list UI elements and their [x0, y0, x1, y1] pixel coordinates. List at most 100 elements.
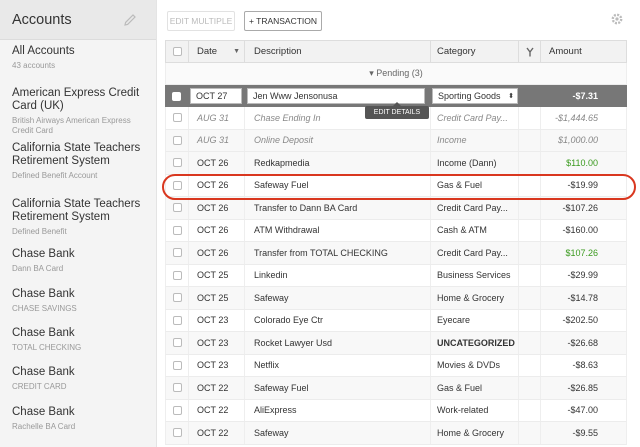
row-description[interactable]: Safeway Fuel	[244, 377, 430, 399]
row-checkbox[interactable]	[172, 270, 182, 280]
row-description[interactable]: Transfer to Dann BA Card	[244, 197, 430, 219]
row-date: OCT 23	[188, 332, 244, 354]
account-name: Chase Bank	[12, 406, 75, 418]
row-date: OCT 23	[188, 309, 244, 331]
description-column-header[interactable]: Description	[244, 41, 430, 62]
edit-date-field[interactable]: OCT 27	[190, 88, 242, 104]
account-subtitle: CREDIT CARD	[12, 382, 67, 391]
row-checkbox[interactable]	[172, 158, 182, 168]
row-category[interactable]: Work-related	[430, 399, 518, 421]
row-checkbox[interactable]	[172, 135, 182, 145]
row-checkbox[interactable]	[172, 338, 182, 348]
row-category[interactable]: Business Services	[430, 264, 518, 286]
table-row[interactable]: OCT 25 Safeway Home & Grocery -$14.78	[165, 287, 627, 310]
row-checkbox[interactable]	[172, 180, 182, 190]
toolbar: EDIT MULTIPLE + TRANSACTION	[157, 0, 640, 40]
row-split-cell	[518, 219, 540, 241]
account-item[interactable]: All Accounts 43 accounts	[0, 45, 150, 71]
row-category[interactable]: Income (Dann)	[430, 152, 518, 174]
row-amount: -$47.00	[540, 399, 606, 421]
table-row[interactable]: AUG 31 Online Deposit Income $1,000.00	[165, 129, 627, 152]
table-header: Date ▼ Description Category Amount	[165, 40, 627, 63]
row-category[interactable]: Gas & Fuel	[430, 377, 518, 399]
row-category[interactable]: Credit Card Pay...	[430, 242, 518, 264]
account-subtitle: Defined Benefit	[12, 227, 67, 236]
row-description[interactable]: Safeway	[244, 287, 430, 309]
account-subtitle: British Airways American Express Credit …	[12, 116, 131, 135]
row-checkbox[interactable]	[172, 315, 182, 325]
row-description[interactable]: Netflix	[244, 354, 430, 376]
row-amount: -$29.99	[540, 264, 606, 286]
account-item[interactable]: Chase Bank Dann BA Card	[0, 248, 150, 274]
add-transaction-button[interactable]: + TRANSACTION	[244, 11, 322, 31]
account-item[interactable]: Chase Bank TOTAL CHECKING	[0, 327, 150, 353]
table-row[interactable]: OCT 23 Rocket Lawyer Usd UNCATEGORIZED -$26…	[165, 332, 627, 355]
account-item[interactable]: Chase Bank Rachelle BA Card	[0, 406, 150, 432]
row-split-cell	[518, 242, 540, 264]
row-checkbox[interactable]	[172, 428, 182, 438]
edit-multiple-button[interactable]: EDIT MULTIPLE	[167, 11, 235, 31]
row-category[interactable]: Income	[430, 129, 518, 151]
row-split-cell	[518, 287, 540, 309]
category-column-header[interactable]: Category	[430, 41, 518, 62]
row-description[interactable]: Transfer from TOTAL CHECKING	[244, 242, 430, 264]
row-checkbox[interactable]	[172, 113, 182, 123]
table-row[interactable]: OCT 22 Safeway Home & Grocery -$9.55	[165, 422, 627, 445]
account-name: All Accounts	[12, 45, 75, 57]
row-category[interactable]: Home & Grocery	[430, 287, 518, 309]
row-checkbox[interactable]	[172, 225, 182, 235]
row-description[interactable]: ATM Withdrawal	[244, 219, 430, 241]
row-category[interactable]: UNCATEGORIZED	[430, 332, 518, 354]
accounts-sidebar: Accounts All Accounts 43 accounts American…	[0, 0, 157, 447]
table-row[interactable]: OCT 26 Redkapmedia Income (Dann) $110.00	[165, 152, 627, 175]
account-item[interactable]: California State Teachers Retirement Sys…	[0, 198, 150, 237]
row-date: OCT 22	[188, 422, 244, 444]
table-row[interactable]: OCT 26 Transfer to Dann BA Card Credit Car…	[165, 197, 627, 220]
row-checkbox[interactable]	[172, 293, 182, 303]
row-category[interactable]: Home & Grocery	[430, 422, 518, 444]
table-row[interactable]: OCT 23 Colorado Eye Ctr Eyecare -$202.50	[165, 309, 627, 332]
row-description[interactable]: AliExpress	[244, 399, 430, 421]
table-row[interactable]: OCT 26 Transfer from TOTAL CHECKING Credit…	[165, 242, 627, 265]
table-row[interactable]: OCT 26 Safeway Fuel Gas & Fuel -$19.99	[165, 174, 627, 197]
row-category[interactable]: Credit Card Pay...	[430, 197, 518, 219]
account-item[interactable]: California State Teachers Retirement Sys…	[0, 142, 150, 181]
row-checkbox[interactable]	[172, 360, 182, 370]
row-description[interactable]: Rocket Lawyer Usd	[244, 332, 430, 354]
account-item[interactable]: American Express Credit Card (UK) British…	[0, 87, 150, 136]
split-icon[interactable]	[518, 41, 540, 62]
table-row[interactable]: OCT 22 Safeway Fuel Gas & Fuel -$26.85	[165, 377, 627, 400]
account-item[interactable]: Chase Bank CHASE SAVINGS	[0, 288, 150, 314]
table-row[interactable]: OCT 22 AliExpress Work-related -$47.00	[165, 399, 627, 422]
row-description[interactable]: Redkapmedia	[244, 152, 430, 174]
row-checkbox[interactable]	[172, 405, 182, 415]
row-category[interactable]: Movies & DVDs	[430, 354, 518, 376]
row-amount: $1,000.00	[540, 129, 606, 151]
date-column-header[interactable]: Date ▼	[188, 41, 244, 62]
amount-column-header[interactable]: Amount	[540, 41, 606, 62]
edit-details-button[interactable]: EDIT DETAILS	[365, 102, 429, 119]
row-description[interactable]: Colorado Eye Ctr	[244, 309, 430, 331]
row-description[interactable]: Safeway Fuel	[244, 174, 430, 196]
pencil-icon[interactable]	[122, 12, 138, 28]
table-row[interactable]: OCT 26 ATM Withdrawal Cash & ATM -$160.00	[165, 219, 627, 242]
row-description[interactable]: Safeway	[244, 422, 430, 444]
row-category[interactable]: Eyecare	[430, 309, 518, 331]
row-category[interactable]: Cash & ATM	[430, 219, 518, 241]
row-category[interactable]: Gas & Fuel	[430, 174, 518, 196]
row-date: AUG 31	[188, 107, 244, 129]
row-checkbox[interactable]	[171, 91, 181, 101]
edit-category-select[interactable]: Sporting Goods ⬍	[432, 88, 518, 104]
pending-group-toggle[interactable]: ▾ Pending (3)	[165, 63, 627, 85]
select-all-checkbox[interactable]	[172, 47, 182, 56]
table-row[interactable]: OCT 25 Linkedin Business Services -$29.99	[165, 264, 627, 287]
row-checkbox[interactable]	[172, 203, 182, 213]
row-description[interactable]: Linkedin	[244, 264, 430, 286]
row-checkbox[interactable]	[172, 248, 182, 258]
row-description[interactable]: Online Deposit	[244, 129, 430, 151]
table-row[interactable]: OCT 23 Netflix Movies & DVDs -$8.63	[165, 354, 627, 377]
row-category[interactable]: Credit Card Pay...	[430, 107, 518, 129]
account-item[interactable]: Chase Bank CREDIT CARD	[0, 366, 150, 392]
row-checkbox[interactable]	[172, 383, 182, 393]
gear-icon[interactable]	[610, 12, 624, 26]
